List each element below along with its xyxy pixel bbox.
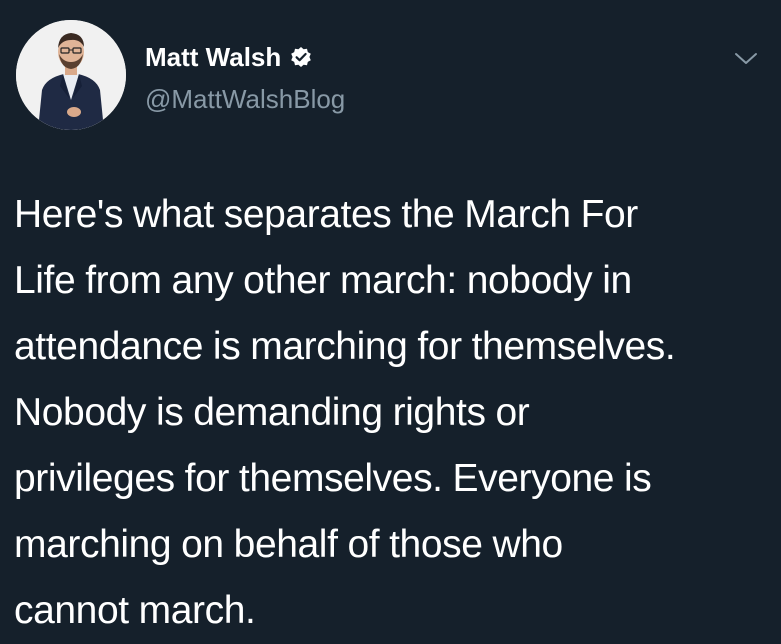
verified-badge-icon (290, 46, 312, 68)
avatar-photo (16, 20, 126, 130)
tweet-text-line: marching on behalf of those who (14, 523, 563, 566)
author-name[interactable]: Matt Walsh (145, 40, 281, 74)
tweet-text-line: privileges for themselves. Everyone is (14, 457, 652, 500)
tweet-text-line: cannot march. (14, 589, 256, 632)
tweet-card: Matt Walsh @MattWalshBlog Here's what se… (0, 0, 781, 638)
tweet-text-line: Life from any other march: nobody in (14, 259, 632, 302)
tweet-text-line: attendance is marching for themselves. (14, 325, 676, 368)
chevron-down-icon[interactable] (733, 50, 759, 68)
author-handle[interactable]: @MattWalshBlog (145, 82, 345, 116)
avatar[interactable] (16, 20, 126, 130)
tweet-text-line: Here's what separates the March For (14, 193, 638, 236)
author-name-row: Matt Walsh (145, 40, 312, 74)
tweet-text-line: Nobody is demanding rights or (14, 391, 530, 434)
tweet-text: Here's what separates the March For Life… (14, 182, 774, 644)
